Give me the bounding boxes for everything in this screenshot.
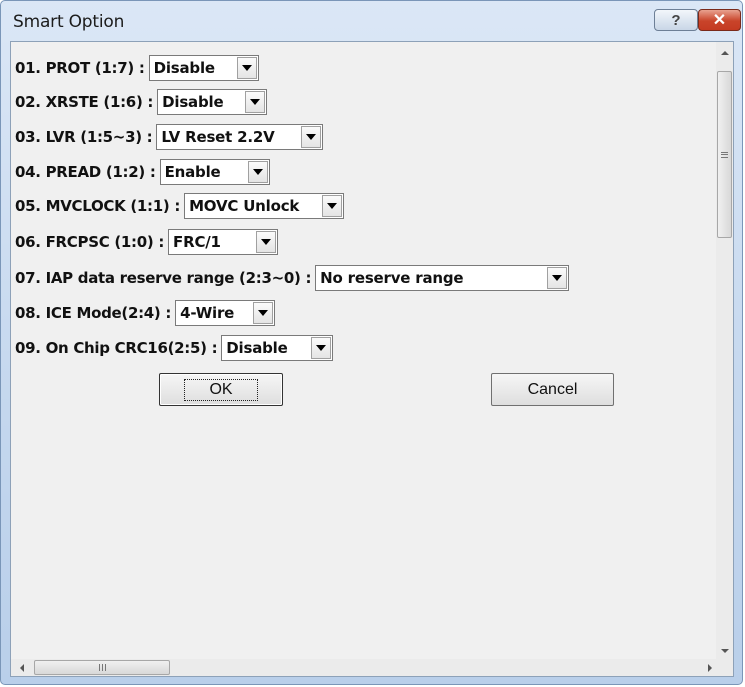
help-button[interactable]: ? [654, 9, 698, 31]
select-value: FRC/1 [173, 233, 221, 251]
chevron-down-icon[interactable] [253, 302, 274, 324]
scroll-left-icon[interactable] [13, 659, 30, 676]
option-label: 08. ICE Mode(2:4) : [15, 304, 172, 322]
select-value: MOVC Unlock [189, 197, 300, 215]
option-row-xrste: 02. XRSTE (1:6) : Disable [15, 88, 268, 116]
horizontal-scroll-thumb[interactable] [34, 660, 170, 675]
chevron-down-icon[interactable] [256, 231, 277, 253]
option-label: 02. XRSTE (1:6) : [15, 93, 154, 111]
chevron-down-icon[interactable] [301, 126, 322, 148]
option-label: 07. IAP data reserve range (2:3~0) : [15, 269, 312, 287]
prot-select[interactable]: Disable [148, 55, 259, 81]
option-label: 06. FRCPSC (1:0) : [15, 233, 165, 251]
select-value: No reserve range [320, 269, 464, 287]
options-panel: 01. PROT (1:7) : Disable 02. XRSTE (1:6)… [10, 41, 734, 677]
close-button[interactable]: ✕ [698, 9, 741, 31]
scroll-up-icon[interactable] [716, 44, 733, 61]
scroll-down-icon[interactable] [716, 642, 733, 659]
option-label: 04. PREAD (1:2) : [15, 163, 156, 181]
chevron-down-icon[interactable] [547, 267, 568, 289]
chevron-down-icon[interactable] [245, 91, 266, 113]
xrste-select[interactable]: Disable [157, 89, 268, 115]
option-row-crc16: 09. On Chip CRC16(2:5) : Disable [15, 334, 334, 362]
chevron-down-icon[interactable] [236, 57, 257, 79]
scrollbar-corner [716, 659, 733, 676]
title-bar[interactable]: Smart Option ? ✕ [1, 1, 742, 41]
vertical-scrollbar[interactable] [716, 42, 733, 659]
cancel-button-label: Cancel [527, 380, 578, 398]
option-row-prot: 01. PROT (1:7) : Disable [15, 54, 259, 82]
cancel-button[interactable]: Cancel [491, 373, 614, 406]
option-label: 01. PROT (1:7) : [15, 59, 145, 77]
option-row-iap-reserve: 07. IAP data reserve range (2:3~0) : No … [15, 264, 570, 292]
ok-button[interactable]: OK [159, 373, 283, 406]
chevron-down-icon[interactable] [322, 195, 343, 217]
iap-reserve-select[interactable]: No reserve range [315, 265, 570, 291]
select-value: Enable [164, 163, 221, 181]
option-label: 05. MVCLOCK (1:1) : [15, 197, 181, 215]
option-row-frcpsc: 06. FRCPSC (1:0) : FRC/1 [15, 228, 279, 256]
chevron-down-icon[interactable] [247, 161, 268, 183]
close-icon: ✕ [712, 12, 727, 29]
select-value: Disable [162, 93, 224, 111]
vertical-scroll-thumb[interactable] [717, 71, 732, 238]
select-value: Disable [226, 339, 288, 357]
window-title: Smart Option [13, 12, 125, 32]
smart-option-dialog: Smart Option ? ✕ 01. PROT (1:7) : Disabl… [0, 0, 743, 685]
chevron-down-icon[interactable] [311, 337, 332, 359]
mvclock-select[interactable]: MOVC Unlock [184, 193, 345, 219]
select-value: LV Reset 2.2V [161, 128, 275, 146]
crc16-select[interactable]: Disable [221, 335, 334, 361]
option-row-pread: 04. PREAD (1:2) : Enable [15, 158, 270, 186]
option-label: 03. LVR (1:5~3) : [15, 128, 153, 146]
select-value: 4-Wire [180, 304, 235, 322]
pread-select[interactable]: Enable [159, 159, 270, 185]
option-row-mvclock: 05. MVCLOCK (1:1) : MOVC Unlock [15, 192, 345, 220]
option-row-lvr: 03. LVR (1:5~3) : LV Reset 2.2V [15, 123, 324, 151]
option-row-ice-mode: 08. ICE Mode(2:4) : 4-Wire [15, 299, 276, 327]
ice-mode-select[interactable]: 4-Wire [175, 300, 276, 326]
ok-button-label: OK [184, 378, 258, 401]
horizontal-scrollbar[interactable] [11, 659, 718, 676]
frcpsc-select[interactable]: FRC/1 [168, 229, 279, 255]
lvr-select[interactable]: LV Reset 2.2V [156, 124, 324, 150]
help-icon: ? [671, 11, 681, 29]
select-value: Disable [153, 59, 215, 77]
option-label: 09. On Chip CRC16(2:5) : [15, 339, 218, 357]
